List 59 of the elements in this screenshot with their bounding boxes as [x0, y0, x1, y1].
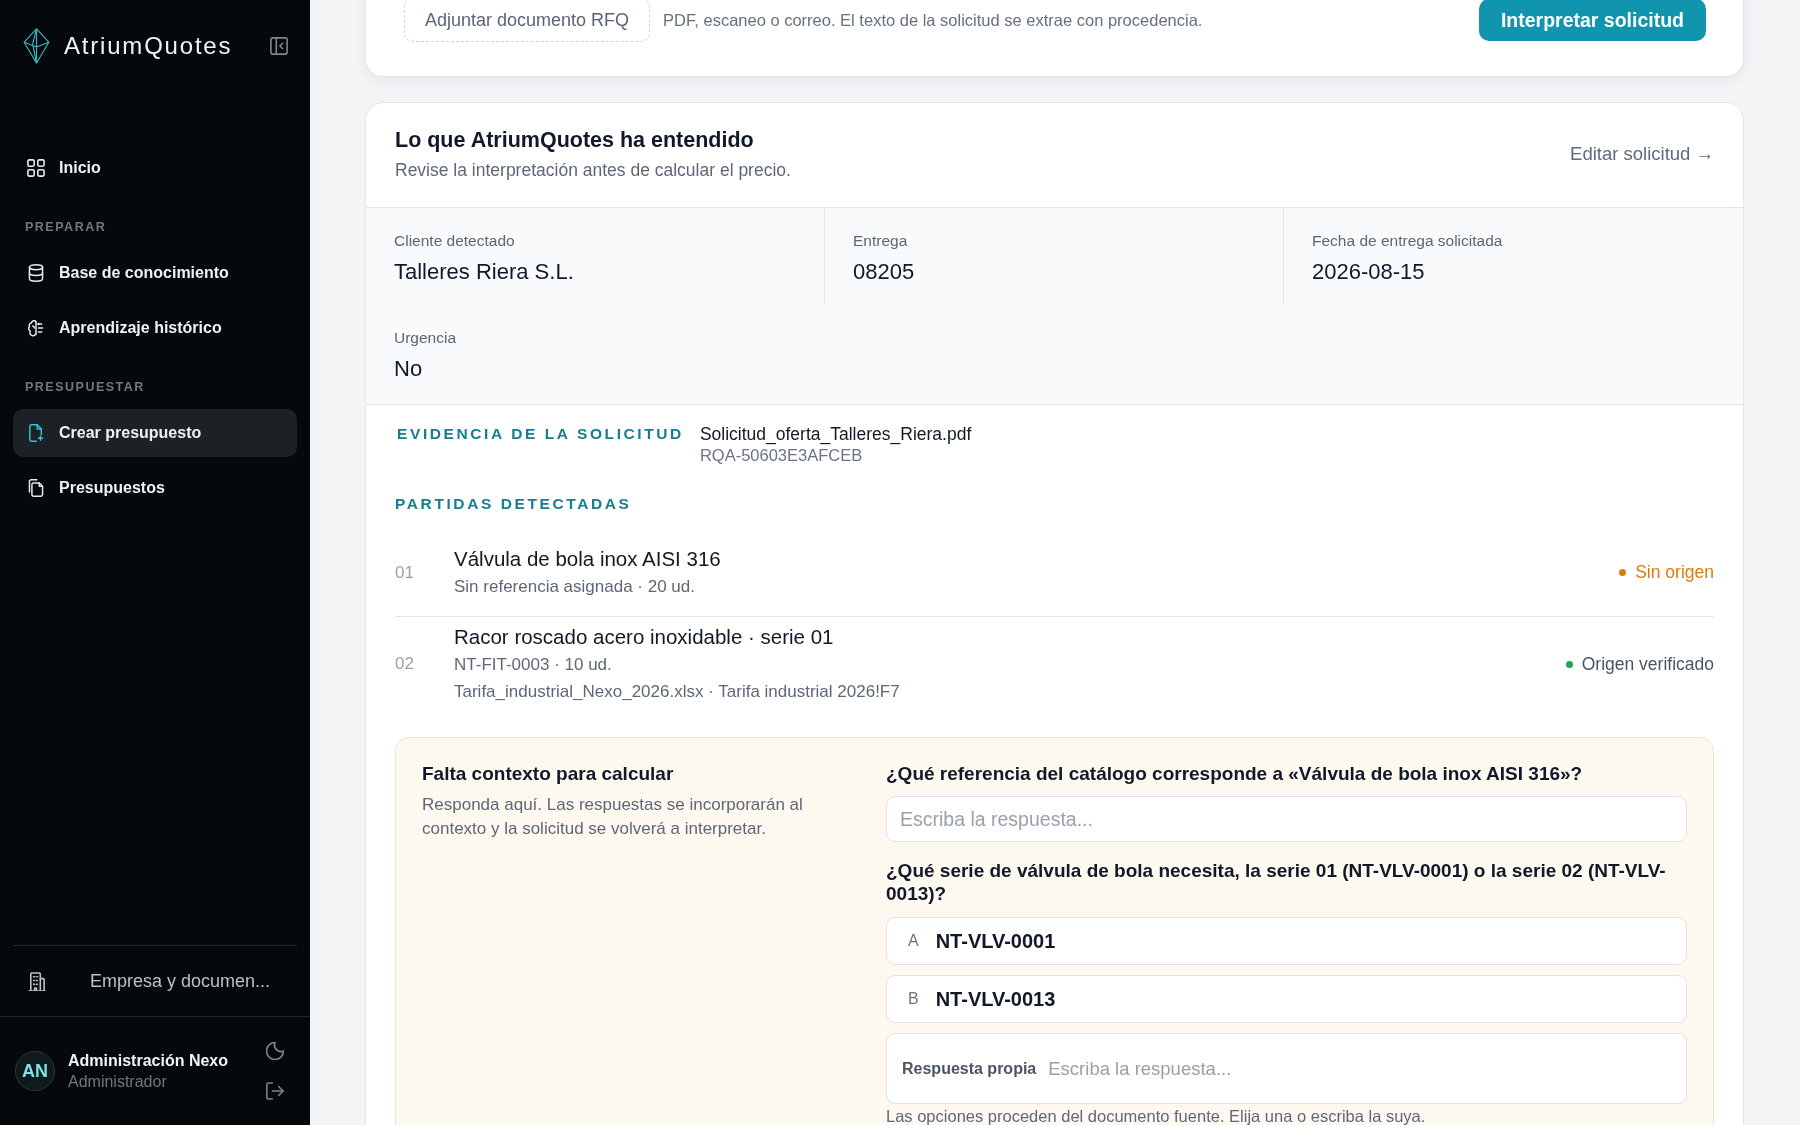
evidence-heading: EVIDENCIA DE LA SOLICITUD	[397, 424, 684, 444]
nav-item[interactable]: Inicio	[13, 144, 297, 192]
line-number: 02	[395, 654, 415, 674]
item-title: Racor roscado acero inoxidable · serie 01	[454, 625, 835, 649]
brain-icon	[27, 319, 45, 337]
upload-hint: PDF, escaneo o correo. El texto de la solicitud se extrae con procedencia.	[663, 10, 1203, 30]
user-name: Administración Nexo	[68, 1051, 229, 1070]
diamond-logo-icon	[23, 28, 50, 64]
section-heading: PRESUPUESTAR	[25, 379, 146, 395]
fact-value: Talleres Riera S.L.	[394, 259, 575, 285]
user-initials-avatar: AN	[15, 1051, 55, 1091]
nav-item[interactable]: Presupuestos	[13, 464, 297, 512]
answer-option[interactable]: B NT-VLV-0013	[886, 975, 1687, 1023]
database-icon	[27, 264, 45, 282]
item-source: Tarifa_industrial_Nexo_2026.xlsx · Tarifa industrial 2026!F7	[454, 681, 901, 703]
status-label: Origen verificado	[1581, 653, 1714, 675]
line-items-heading: PARTIDAS DETECTADAS	[395, 494, 633, 514]
logout-icon[interactable]	[266, 1082, 284, 1100]
question-text: ¿Qué referencia del catálogo corresponde a «Válvula de bola inox AISI 316»?	[886, 762, 1584, 785]
moon-icon[interactable]	[266, 1042, 284, 1060]
options-note: Las opciones proceden del documento fuente. Elija una o escriba la suya.	[886, 1107, 1427, 1125]
nav-item[interactable]: Aprendizaje histórico	[13, 304, 297, 352]
fact-label: Entrega	[853, 231, 909, 251]
fact-value: 08205	[853, 259, 916, 285]
panel-description: Responda aquí. Las respuestas se incorporarán al contexto y la solicitud se volverá a interpretar.	[422, 794, 804, 840]
card-title: Lo que AtriumQuotes ha entendido	[395, 127, 755, 153]
interpret-button[interactable]: Interpretar solicitud	[1478, 0, 1706, 41]
file-name: Solicitud_oferta_Talleres_Riera.pdf	[699, 423, 972, 445]
nav-item[interactable]: Crear presupuesto	[13, 409, 297, 457]
section-heading: PREPARAR	[25, 219, 108, 235]
fact-label: Cliente detectado	[394, 231, 516, 251]
file-plus-icon	[27, 424, 45, 442]
fact-value: 2026-08-15	[1312, 259, 1426, 285]
answer-input[interactable]: Escriba la respuesta...	[1048, 1057, 1671, 1080]
user-role: Administrador	[68, 1072, 168, 1091]
answer-option[interactable]: A NT-VLV-0001	[886, 917, 1687, 965]
line-number: 01	[395, 562, 415, 583]
question-text: ¿Qué serie de válvula de bola necesita, la serie 01 (NT-VLV-0001) o la serie 02 (NT-VLV-0013)?	[886, 859, 1667, 905]
answer-input[interactable]: Escriba la respuesta...	[886, 796, 1687, 842]
fact-label: Fecha de entrega solicitada	[1312, 231, 1504, 251]
app-name: AtriumQuotes	[64, 32, 233, 60]
card-subtitle: Revise la interpretación antes de calcular el precio.	[395, 159, 791, 181]
nav-item[interactable]: Empresa y documen...	[0, 946, 310, 1016]
documents-icon	[27, 479, 45, 497]
request-reference: RQA-50603E3AFCEB	[699, 445, 864, 465]
status-label: Sin origen	[1635, 562, 1714, 583]
building-icon	[27, 971, 46, 991]
panel-title: Falta contexto para calcular	[422, 762, 675, 786]
attach-document-button[interactable]: Adjuntar documento RFQ	[404, 0, 651, 42]
item-detail: NT-FIT-0003 · 10 ud.	[454, 654, 613, 676]
edit-request-link[interactable]: Editar solicitud →	[1570, 143, 1714, 165]
field-label: Respuesta propia	[902, 1059, 1037, 1078]
sidebar-collapse-icon[interactable]	[270, 37, 288, 55]
item-detail: Sin referencia asignada · 20 ud.	[454, 576, 696, 598]
dashboard-icon	[27, 159, 45, 177]
fact-label: Urgencia	[394, 328, 458, 348]
fact-value: No	[394, 356, 424, 382]
nav-item[interactable]: Base de conocimiento	[13, 249, 297, 297]
item-title: Válvula de bola inox AISI 316	[454, 547, 722, 571]
